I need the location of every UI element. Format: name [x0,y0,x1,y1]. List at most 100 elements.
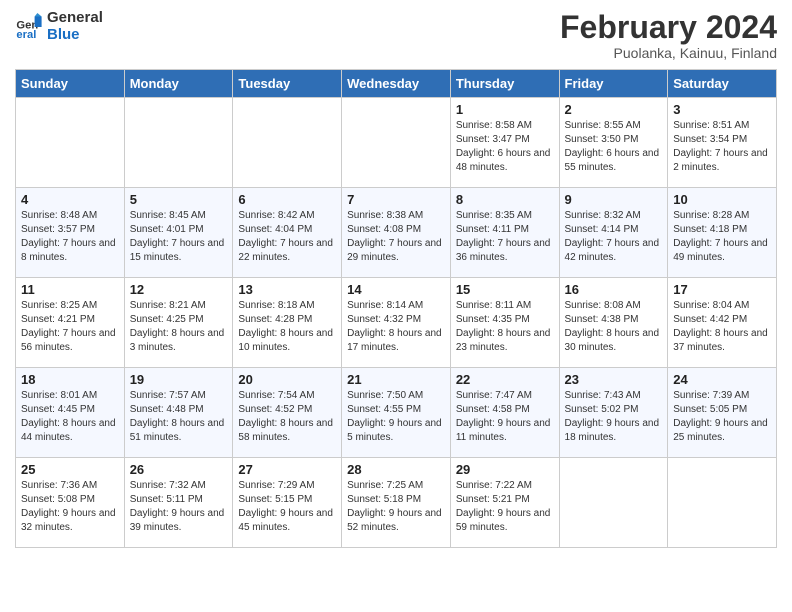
day-info: Sunrise: 7:43 AMSunset: 5:02 PMDaylight:… [565,389,663,445]
calendar-cell [559,458,668,548]
day-info: Sunrise: 7:32 AMSunset: 5:11 PMDaylight:… [130,479,228,535]
calendar-cell: 27 Sunrise: 7:29 AMSunset: 5:15 PMDayligh… [233,458,342,548]
calendar-week-row: 1 Sunrise: 8:58 AMSunset: 3:47 PMDaylight… [16,98,777,188]
calendar-cell: 8 Sunrise: 8:35 AMSunset: 4:11 PMDaylight… [450,188,559,278]
day-info: Sunrise: 7:54 AMSunset: 4:52 PMDaylight:… [238,389,336,445]
day-info: Sunrise: 8:51 AMSunset: 3:54 PMDaylight:… [673,119,771,175]
day-info: Sunrise: 8:11 AMSunset: 4:35 PMDaylight:… [456,299,554,355]
day-number: 2 [565,102,663,117]
calendar-cell: 21 Sunrise: 7:50 AMSunset: 4:55 PMDayligh… [342,368,451,458]
calendar-week-row: 25 Sunrise: 7:36 AMSunset: 5:08 PMDayligh… [16,458,777,548]
day-header-saturday: Saturday [668,70,777,98]
calendar-cell: 29Sunrise: 7:22 AMSunset: 5:21 PMDayligh… [450,458,559,548]
calendar-cell: 4 Sunrise: 8:48 AMSunset: 3:57 PMDaylight… [16,188,125,278]
day-info: Sunrise: 7:47 AMSunset: 4:58 PMDaylight:… [456,389,554,445]
day-number: 20 [238,372,336,387]
calendar-cell: 9 Sunrise: 8:32 AMSunset: 4:14 PMDaylight… [559,188,668,278]
calendar-cell: 24 Sunrise: 7:39 AMSunset: 5:05 PMDayligh… [668,368,777,458]
title-block: February 2024 Puolanka, Kainuu, Finland [560,10,777,61]
day-info: Sunrise: 7:57 AMSunset: 4:48 PMDaylight:… [130,389,228,445]
calendar-cell: 1 Sunrise: 8:58 AMSunset: 3:47 PMDaylight… [450,98,559,188]
day-number: 11 [21,282,119,297]
calendar-cell: 11Sunrise: 8:25 AMSunset: 4:21 PMDayligh… [16,278,125,368]
calendar-cell [124,98,233,188]
day-number: 3 [673,102,771,117]
day-number: 21 [347,372,445,387]
day-number: 23 [565,372,663,387]
calendar-body: 1 Sunrise: 8:58 AMSunset: 3:47 PMDaylight… [16,98,777,548]
day-number: 24 [673,372,771,387]
calendar-week-row: 18Sunrise: 8:01 AMSunset: 4:45 PMDayligh… [16,368,777,458]
day-number: 4 [21,192,119,207]
page-header: Gen eral General Blue February 2024 Puol… [15,10,777,61]
calendar-cell: 2Sunrise: 8:55 AMSunset: 3:50 PMDaylight… [559,98,668,188]
calendar-cell: 18Sunrise: 8:01 AMSunset: 4:45 PMDayligh… [16,368,125,458]
day-info: Sunrise: 8:14 AMSunset: 4:32 PMDaylight:… [347,299,445,355]
day-info: Sunrise: 8:42 AMSunset: 4:04 PMDaylight:… [238,209,336,265]
day-info: Sunrise: 7:39 AMSunset: 5:05 PMDaylight:… [673,389,771,445]
day-number: 13 [238,282,336,297]
day-info: Sunrise: 7:50 AMSunset: 4:55 PMDaylight:… [347,389,445,445]
day-number: 1 [456,102,554,117]
day-number: 12 [130,282,228,297]
calendar-table: SundayMondayTuesdayWednesdayThursdayFrid… [15,69,777,548]
day-info: Sunrise: 7:36 AMSunset: 5:08 PMDaylight:… [21,479,119,535]
calendar-cell: 19 Sunrise: 7:57 AMSunset: 4:48 PMDayligh… [124,368,233,458]
day-info: Sunrise: 8:21 AMSunset: 4:25 PMDaylight:… [130,299,228,355]
calendar-cell: 13 Sunrise: 8:18 AMSunset: 4:28 PMDayligh… [233,278,342,368]
calendar-cell [342,98,451,188]
day-header-wednesday: Wednesday [342,70,451,98]
logo-icon: Gen eral [15,13,43,41]
calendar-cell: 6 Sunrise: 8:42 AMSunset: 4:04 PMDaylight… [233,188,342,278]
calendar-cell: 26Sunrise: 7:32 AMSunset: 5:11 PMDayligh… [124,458,233,548]
calendar-title: February 2024 [560,10,777,45]
calendar-cell: 5Sunrise: 8:45 AMSunset: 4:01 PMDaylight… [124,188,233,278]
calendar-cell: 23 Sunrise: 7:43 AMSunset: 5:02 PMDayligh… [559,368,668,458]
calendar-cell: 25 Sunrise: 7:36 AMSunset: 5:08 PMDayligh… [16,458,125,548]
day-info: Sunrise: 8:35 AMSunset: 4:11 PMDaylight:… [456,209,554,265]
calendar-week-row: 4 Sunrise: 8:48 AMSunset: 3:57 PMDaylight… [16,188,777,278]
day-number: 14 [347,282,445,297]
calendar-cell: 17Sunrise: 8:04 AMSunset: 4:42 PMDayligh… [668,278,777,368]
calendar-cell: 28Sunrise: 7:25 AMSunset: 5:18 PMDayligh… [342,458,451,548]
day-number: 8 [456,192,554,207]
day-info: Sunrise: 8:48 AMSunset: 3:57 PMDaylight:… [21,209,119,265]
day-info: Sunrise: 8:28 AMSunset: 4:18 PMDaylight:… [673,209,771,265]
day-number: 7 [347,192,445,207]
day-number: 9 [565,192,663,207]
calendar-cell: 22 Sunrise: 7:47 AMSunset: 4:58 PMDayligh… [450,368,559,458]
logo-text-line1: General [47,10,103,27]
day-number: 25 [21,462,119,477]
day-number: 15 [456,282,554,297]
day-header-monday: Monday [124,70,233,98]
day-header-sunday: Sunday [16,70,125,98]
calendar-cell: 20 Sunrise: 7:54 AMSunset: 4:52 PMDayligh… [233,368,342,458]
calendar-cell: 7Sunrise: 8:38 AMSunset: 4:08 PMDaylight… [342,188,451,278]
day-info: Sunrise: 8:58 AMSunset: 3:47 PMDaylight:… [456,119,554,175]
day-number: 18 [21,372,119,387]
day-number: 16 [565,282,663,297]
day-number: 22 [456,372,554,387]
calendar-cell: 16 Sunrise: 8:08 AMSunset: 4:38 PMDayligh… [559,278,668,368]
logo-text-line2: Blue [47,27,103,44]
day-info: Sunrise: 7:29 AMSunset: 5:15 PMDaylight:… [238,479,336,535]
day-info: Sunrise: 8:45 AMSunset: 4:01 PMDaylight:… [130,209,228,265]
calendar-cell: 10 Sunrise: 8:28 AMSunset: 4:18 PMDayligh… [668,188,777,278]
calendar-cell: 12 Sunrise: 8:21 AMSunset: 4:25 PMDayligh… [124,278,233,368]
day-info: Sunrise: 8:18 AMSunset: 4:28 PMDaylight:… [238,299,336,355]
day-info: Sunrise: 7:25 AMSunset: 5:18 PMDaylight:… [347,479,445,535]
day-number: 19 [130,372,228,387]
day-info: Sunrise: 8:08 AMSunset: 4:38 PMDaylight:… [565,299,663,355]
day-number: 6 [238,192,336,207]
day-number: 10 [673,192,771,207]
day-header-thursday: Thursday [450,70,559,98]
day-info: Sunrise: 7:22 AMSunset: 5:21 PMDaylight:… [456,479,554,535]
calendar-header-row: SundayMondayTuesdayWednesdayThursdayFrid… [16,70,777,98]
day-number: 27 [238,462,336,477]
calendar-subtitle: Puolanka, Kainuu, Finland [560,45,777,61]
day-info: Sunrise: 8:32 AMSunset: 4:14 PMDaylight:… [565,209,663,265]
svg-text:eral: eral [16,29,36,41]
calendar-week-row: 11Sunrise: 8:25 AMSunset: 4:21 PMDayligh… [16,278,777,368]
calendar-cell: 15 Sunrise: 8:11 AMSunset: 4:35 PMDayligh… [450,278,559,368]
day-header-friday: Friday [559,70,668,98]
